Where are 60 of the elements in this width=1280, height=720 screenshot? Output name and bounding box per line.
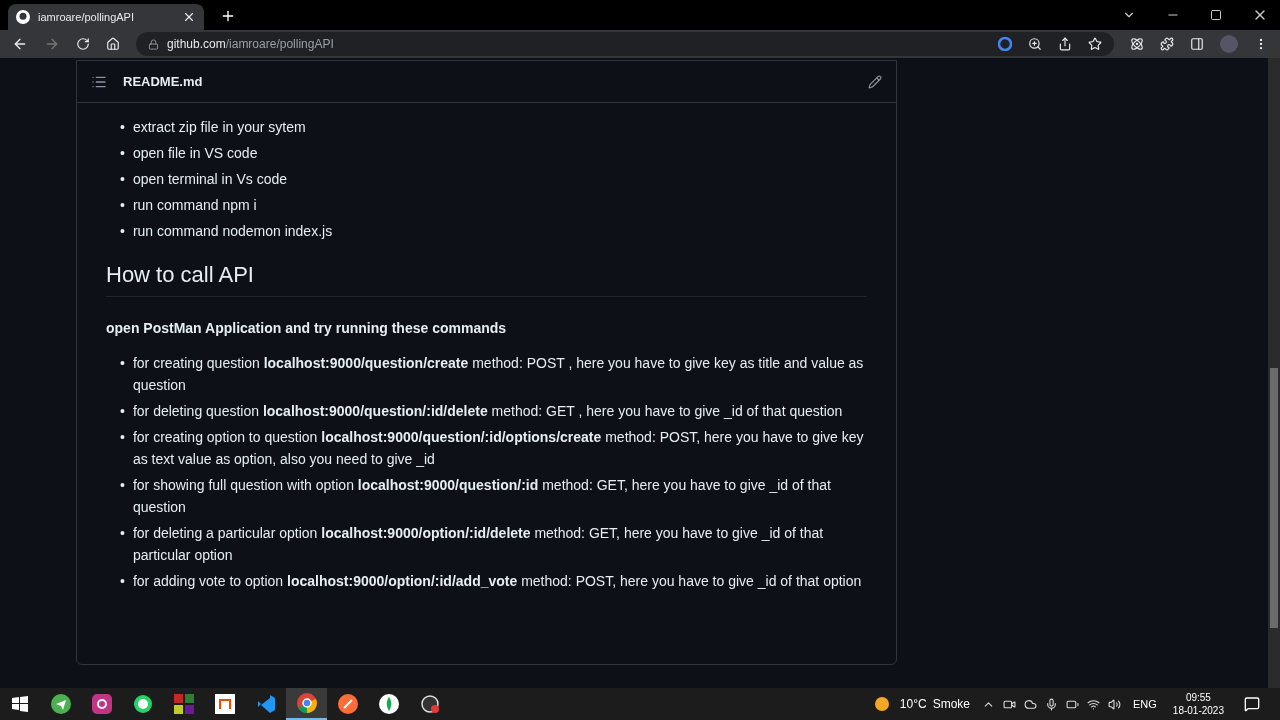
g-logo-icon: [998, 37, 1012, 51]
bullet: •: [120, 144, 125, 163]
section-heading: How to call API: [106, 260, 867, 297]
camera-icon: [91, 694, 112, 714]
bookmark-icon[interactable]: [1088, 37, 1102, 51]
home-icon[interactable]: [106, 37, 120, 51]
new-tab-icon[interactable]: [220, 8, 236, 24]
microphone-icon[interactable]: [1045, 697, 1058, 711]
side-panel-icon[interactable]: [1190, 37, 1204, 51]
volume-icon[interactable]: [1108, 697, 1121, 711]
url-text: github.com/iamroare/pollingAPI: [167, 36, 335, 53]
list-item: run command npm i: [132, 196, 257, 215]
edit-icon[interactable]: [868, 74, 882, 89]
bullet: •: [120, 118, 125, 137]
bullet: •: [120, 524, 125, 543]
browser-icon: [296, 693, 317, 713]
list-item: open terminal in Vs code: [132, 170, 287, 189]
close-tab-icon[interactable]: [182, 10, 196, 24]
weather-temp: 10°C: [899, 696, 927, 713]
paper-plane-icon: [50, 694, 71, 714]
bullet: •: [120, 572, 125, 591]
tiles-icon: [173, 694, 194, 714]
readme-filename: README.md: [123, 72, 204, 91]
code-editor-icon: [255, 694, 276, 714]
language-indicator[interactable]: ENG: [1133, 695, 1157, 713]
bullet: •: [120, 354, 125, 373]
tab-title: iamroare/pollingAPI: [38, 9, 135, 25]
list-item: run command nodemon index.js: [132, 222, 333, 241]
bullet: •: [120, 402, 125, 421]
bullet: •: [120, 476, 125, 495]
bullet: •: [120, 196, 125, 215]
bullet: •: [120, 222, 125, 241]
maximize-icon[interactable]: [1210, 9, 1222, 21]
back-icon[interactable]: [12, 36, 28, 52]
bullet: •: [120, 428, 125, 447]
atom-icon[interactable]: [1130, 37, 1144, 51]
scrollbar[interactable]: [1268, 58, 1280, 688]
record-icon: [419, 694, 440, 714]
list-item: extract zip file in your sytem: [132, 118, 306, 137]
notifications-icon[interactable]: [1244, 696, 1260, 712]
bullet: •: [120, 170, 125, 189]
browser-tab[interactable]: iamroare/pollingAPI: [8, 4, 204, 30]
extensions-icon[interactable]: [1160, 37, 1174, 51]
list-item: open file in VS code: [132, 144, 258, 163]
clock[interactable]: 09:55 18-01-2023: [1172, 691, 1224, 717]
lock-icon: [148, 38, 159, 50]
cloud-icon[interactable]: [1024, 697, 1037, 711]
leaf-icon: [378, 694, 399, 714]
list-item: for deleting question localhost:9000/question/:id/delete method: GET , here you have to give _id of that question: [132, 402, 844, 421]
taskbar-app[interactable]: [286, 688, 327, 720]
reload-icon[interactable]: [76, 37, 90, 51]
list-item: for adding vote to option localhost:9000/option/:id/add_vote method: POST, here you have to give _id of that option: [132, 572, 863, 591]
weather-condition: Smoke: [932, 696, 970, 713]
share-icon[interactable]: [1058, 37, 1072, 51]
zoom-icon[interactable]: [1028, 37, 1042, 51]
forward-icon[interactable]: [44, 36, 60, 52]
address-bar[interactable]: github.com/iamroare/pollingAPI: [136, 32, 1114, 56]
wifi-icon[interactable]: [1087, 697, 1100, 711]
intro-text: open PostMan Application and try running these commands: [106, 319, 508, 338]
start-icon[interactable]: [12, 696, 28, 712]
